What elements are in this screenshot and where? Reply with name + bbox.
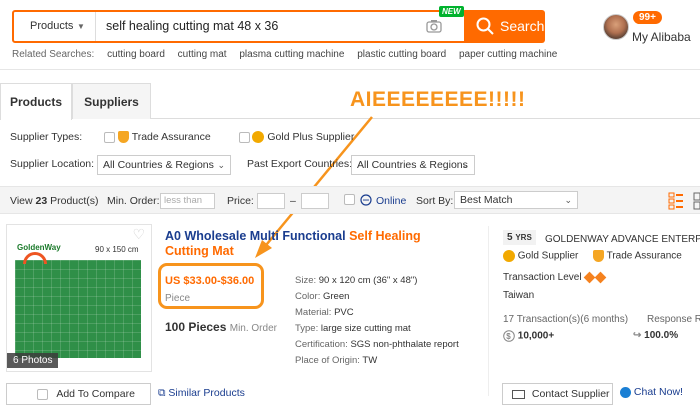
years-unit: YRS (515, 233, 532, 242)
gold-supplier: Gold Supplier (503, 250, 578, 262)
price-max-input[interactable] (301, 193, 329, 209)
gold-supplier-icon (503, 250, 515, 262)
dollar-icon: $ (503, 330, 515, 342)
product-title[interactable]: A0 Wholesale Multi Functional Self Heali… (165, 229, 465, 259)
years-value: 5 (507, 232, 513, 243)
product-card[interactable]: GoldenWay 90 x 150 cm ♡ 6 Photos (6, 224, 152, 372)
view-prefix: View (10, 195, 33, 207)
contact-label: Contact Supplier (531, 388, 610, 400)
min-order-input[interactable]: less than (160, 193, 215, 209)
trade-assurance-text: Trade Assurance (606, 250, 682, 262)
supplier-location-select[interactable]: All Countries & Regions ⌄ (97, 155, 231, 175)
price-dash: – (290, 195, 296, 207)
supplier-years: 5 YRS (503, 230, 536, 245)
trade-assurance-icon (117, 131, 129, 144)
trade-assurance-icon (593, 250, 604, 262)
photos-count: 6 Photos (7, 353, 59, 368)
moq-qty: 100 Pieces (165, 320, 227, 334)
response-rate: ↪ 100.0% (633, 330, 678, 341)
contact-supplier-button[interactable]: Contact Supplier (502, 383, 613, 405)
chat-label: Chat Now! (633, 386, 683, 398)
min-order-quantity: 100 Pieces Min. Order (165, 320, 277, 334)
sort-label: Sort By: (416, 195, 454, 207)
price-label: Price: (227, 195, 254, 207)
gold-plus-label: Gold Plus Supplier (267, 131, 355, 143)
sort-value: Best Match (460, 194, 513, 206)
trade-assurance-label: Trade Assurance (131, 131, 211, 143)
trade-assurance-checkbox[interactable] (104, 131, 116, 143)
chevron-down-icon: ⌄ (564, 195, 572, 205)
chat-icon (360, 194, 372, 206)
transaction-value: $ 10,000+ (503, 330, 554, 342)
gold-supplier-label: Gold Supplier (517, 250, 579, 262)
attribute-row: Type: large size cutting mat (295, 323, 411, 334)
cutting-mat-graphic (15, 260, 141, 358)
view-toggle (668, 192, 700, 213)
chat-bubble-icon (620, 386, 631, 398)
transaction-level: Transaction Level (503, 271, 607, 284)
svg-text:$: $ (506, 332, 511, 341)
min-order-label: Min. Order: (107, 195, 160, 207)
attribute-row: Color: Green (295, 291, 350, 302)
online-checkbox[interactable] (344, 194, 355, 205)
envelope-icon (512, 389, 525, 399)
location-value: All Countries & Regions (103, 159, 214, 171)
gold-supplier-icon (252, 131, 265, 144)
export-countries-label: Past Export Countries: (247, 158, 353, 170)
attribute-row: Material: PVC (295, 307, 354, 318)
diamond-icon (595, 271, 607, 284)
tx-value: 10,000+ (517, 330, 555, 342)
online-label: Online (376, 195, 407, 207)
export-value: All Countries & Regions (357, 159, 468, 171)
supplier-panel: 5 YRS GOLDENWAY ADVANCE ENTERPRIS Gold S… (488, 226, 700, 396)
supplier-types-row: Supplier Types: Trade Assurance Gold Plu… (10, 131, 355, 144)
transaction-count: 17 Transaction(s)(6 months) (503, 314, 629, 325)
similar-products-link[interactable]: ⧉ Similar Products (158, 387, 245, 400)
chevron-down-icon: ⌄ (217, 160, 225, 170)
response-rate-label: Response Rate (647, 314, 700, 325)
supplier-location-label: Supplier Location: (10, 158, 95, 170)
chevron-down-icon: ⌄ (461, 160, 469, 170)
goldenway-logo: GoldenWay (17, 243, 61, 264)
attribute-row: Place of Origin: TW (295, 355, 378, 366)
price-highlight-circle (158, 263, 264, 309)
supplier-country: Taiwan (503, 290, 535, 301)
trade-assurance-badge: Trade Assurance (593, 250, 682, 262)
moq-label: Min. Order (229, 323, 277, 334)
attribute-row: Size: 90 x 120 cm (36" x 48") (295, 275, 418, 286)
size-badge: 90 x 150 cm (95, 245, 139, 254)
tx-level-label: Transaction Level (503, 272, 582, 284)
attribute-row: Certification: SGS non-phthalate report (295, 339, 459, 350)
reply-icon: ↪ (633, 330, 642, 341)
view-suffix: Product(s) (50, 195, 99, 207)
chat-now-link[interactable]: Chat Now! (620, 386, 683, 398)
product-count: 23 (35, 195, 48, 207)
response-rate-value: 100.0% (644, 330, 679, 341)
price-min-input[interactable] (257, 193, 285, 209)
add-to-compare-button[interactable]: Add To Compare (6, 383, 151, 405)
compare-label: Add To Compare (56, 388, 135, 400)
similar-icon: ⧉ (158, 387, 166, 399)
result-count: View 23 Product(s) (10, 195, 99, 207)
compare-checkbox[interactable] (37, 388, 48, 400)
supplier-name[interactable]: GOLDENWAY ADVANCE ENTERPRIS (545, 234, 700, 245)
product-image[interactable]: GoldenWay 90 x 150 cm (15, 240, 141, 358)
view-bar: View 23 Product(s) Min. Order: less than… (0, 186, 700, 214)
gold-plus-checkbox[interactable] (238, 131, 250, 143)
similar-label: Similar Products (168, 387, 245, 399)
export-countries-select[interactable]: All Countries & Regions ⌄ (351, 155, 475, 175)
sort-select[interactable]: Best Match ⌄ (454, 191, 578, 209)
favorite-heart-icon[interactable]: ♡ (132, 226, 145, 243)
supplier-types-label: Supplier Types: (10, 131, 83, 143)
list-view-icon[interactable] (668, 192, 700, 210)
product-attributes: Size: 90 x 120 cm (36" x 48") Color: Gre… (295, 273, 459, 369)
product-title-part: A0 Wholesale Multi Functional (165, 229, 346, 243)
